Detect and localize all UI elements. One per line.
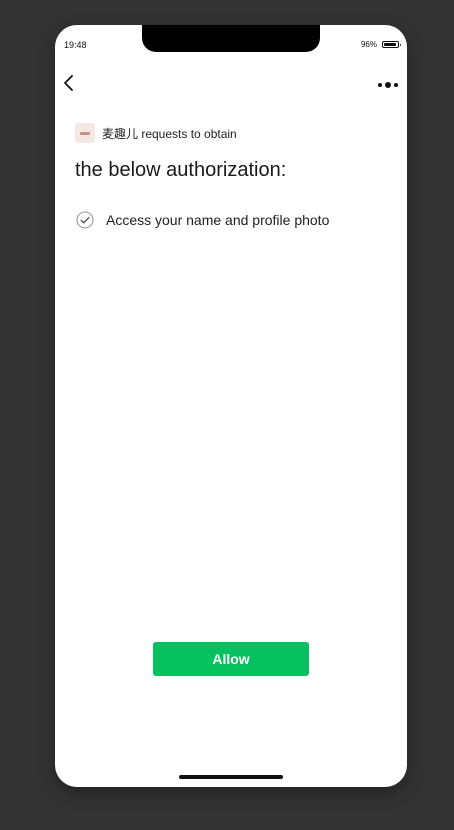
permission-label: Access your name and profile photo — [106, 212, 330, 228]
app-request-text: 麦趣儿 requests to obtain — [102, 126, 237, 141]
battery-tip — [399, 43, 401, 46]
status-battery: 96% — [360, 40, 401, 49]
battery-percent: 96% — [360, 40, 377, 49]
allow-button[interactable]: Allow — [153, 642, 309, 676]
device-notch — [142, 25, 320, 52]
page-title: the below authorization: — [75, 159, 287, 181]
permission-item[interactable]: Access your name and profile photo — [76, 211, 329, 229]
home-indicator[interactable] — [179, 775, 283, 779]
more-dots-icon — [378, 82, 398, 88]
app-request-row: 麦趣儿 requests to obtain — [75, 123, 237, 143]
back-button[interactable] — [62, 73, 78, 93]
app-logo — [75, 123, 95, 143]
check-circle-icon — [76, 211, 94, 229]
status-time: 19:48 — [64, 40, 87, 50]
battery-fill — [384, 43, 397, 46]
more-button[interactable] — [377, 77, 399, 88]
battery-icon — [382, 41, 401, 48]
app-logo-mark — [80, 131, 90, 135]
phone-screen: 19:48 96% 麦趣儿 requests to obtain the bel… — [55, 25, 407, 787]
chevron-left-icon — [64, 75, 73, 91]
